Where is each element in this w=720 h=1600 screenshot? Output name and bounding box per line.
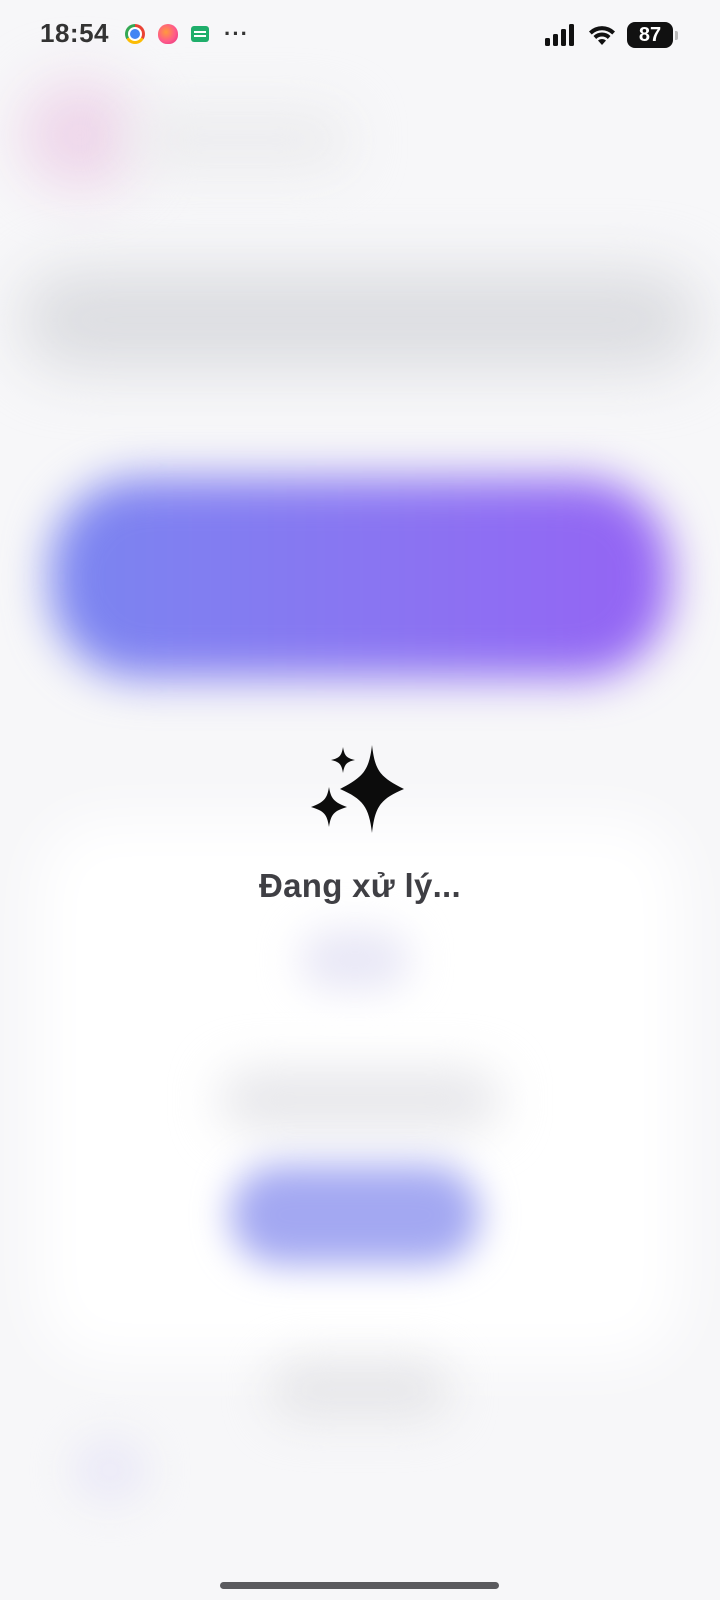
blurred-footer-text: [270, 1360, 450, 1420]
blurred-text-line: [220, 1070, 500, 1130]
mail-icon: [191, 26, 209, 42]
chrome-icon: [125, 24, 145, 44]
sparkles-icon: [311, 745, 404, 833]
status-indicators: 87: [545, 22, 678, 48]
blurred-primary-button: [50, 478, 670, 678]
status-time: 18:54: [40, 18, 109, 48]
blurred-header-avatar: [20, 80, 140, 190]
status-bar: 18:54 ··· 87: [0, 0, 720, 72]
wifi-icon: [589, 26, 615, 45]
battery-tip: [675, 30, 678, 40]
cellular-signal-icon: [545, 24, 574, 46]
battery-indicator: 87: [627, 22, 678, 48]
blurred-corner-element: [70, 1435, 150, 1505]
processing-overlay: Đang xử lý...: [0, 745, 720, 905]
bird-icon: [158, 24, 178, 44]
more-notifications-icon: ···: [224, 21, 249, 46]
processing-text: Đang xử lý...: [258, 867, 461, 904]
blurred-secondary-button: [230, 1165, 480, 1265]
blurred-header-title: [130, 110, 350, 170]
blurred-input-band: [20, 270, 700, 370]
battery-level: 87: [627, 22, 673, 48]
notification-app-icons: ···: [125, 21, 249, 46]
blurred-small-element: [300, 930, 410, 990]
home-indicator[interactable]: [220, 1582, 499, 1589]
